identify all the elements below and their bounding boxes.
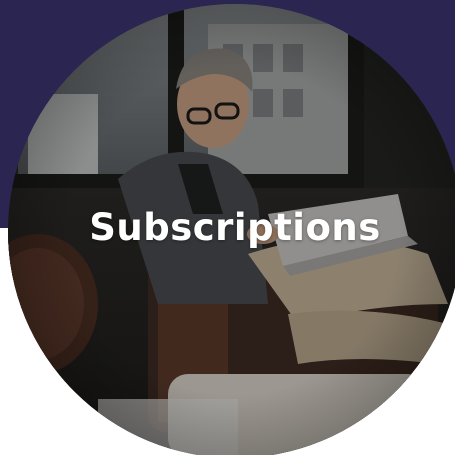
subscriptions-card[interactable]: Subscriptions [0, 0, 455, 455]
card-title: Subscriptions [89, 206, 381, 249]
